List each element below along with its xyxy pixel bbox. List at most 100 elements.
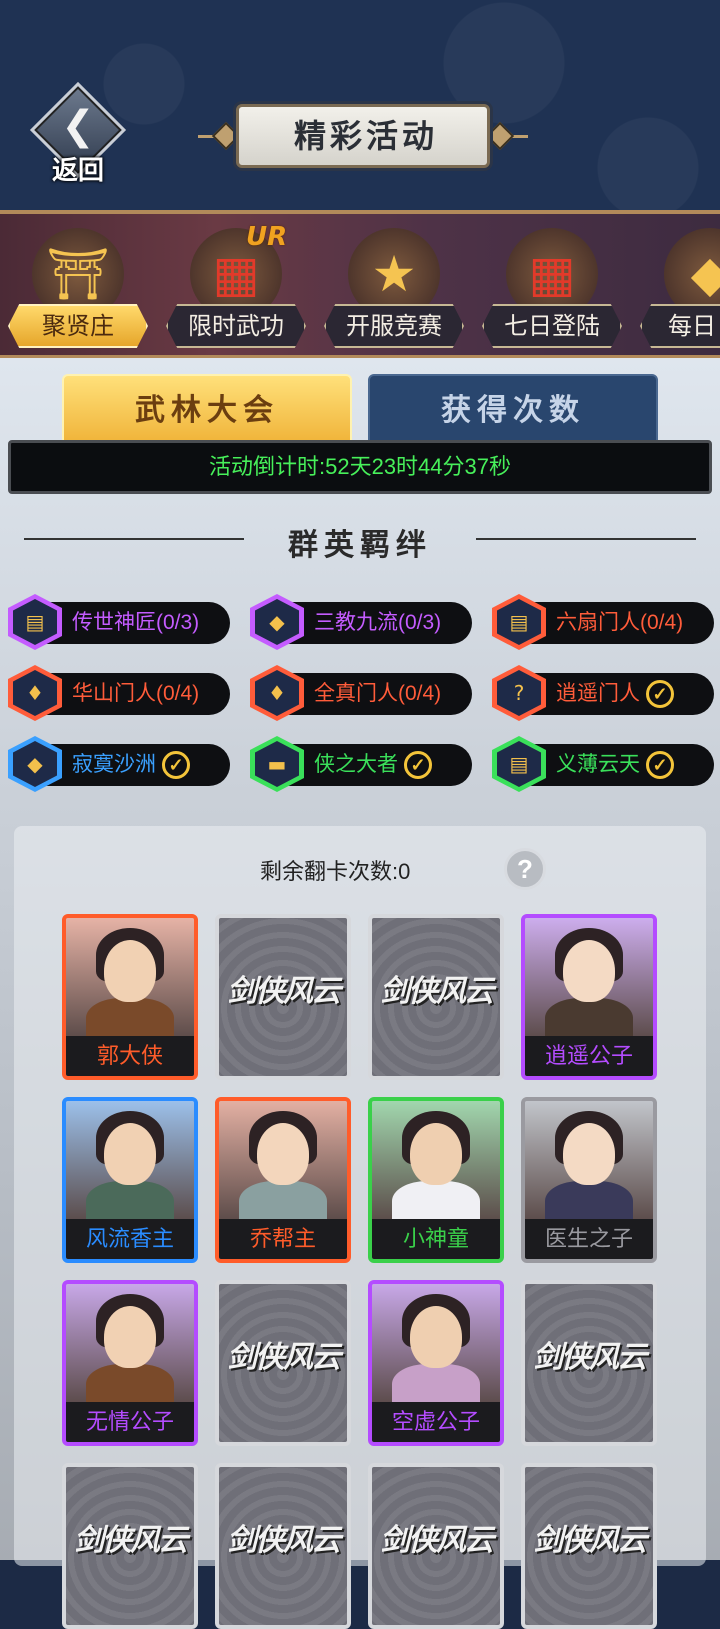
game-logo: 剑侠风云 bbox=[74, 1523, 188, 1558]
hero-name: 郭大侠 bbox=[66, 1036, 194, 1076]
hero-name: 无情公子 bbox=[66, 1402, 194, 1442]
tab-huode-cishu[interactable]: 获得次数 bbox=[368, 374, 658, 444]
hero-portrait bbox=[525, 1101, 653, 1231]
help-button[interactable]: ? bbox=[504, 848, 546, 890]
hero-name: 小神童 bbox=[372, 1219, 500, 1259]
back-label: 返回 bbox=[51, 156, 104, 186]
book-icon: ▤ bbox=[497, 741, 541, 787]
game-logo: 剑侠风云 bbox=[533, 1523, 647, 1558]
check-icon: ✓ bbox=[162, 751, 190, 780]
bond-item[interactable]: ♦ 华山门人(0/4) bbox=[8, 665, 230, 721]
bond-item[interactable]: ▤ 六扇门人(0/4) bbox=[492, 594, 714, 650]
section-divider-right bbox=[476, 538, 696, 540]
card-back[interactable]: 剑侠风云 bbox=[62, 1463, 198, 1629]
category-label: 聚贤庄 bbox=[8, 304, 148, 348]
hero-face bbox=[257, 1123, 309, 1185]
bond-item[interactable]: ◆ 三教九流(0/3) bbox=[250, 594, 472, 650]
bond-name: 全真门人 bbox=[314, 682, 398, 705]
card-back[interactable]: 剑侠风云 bbox=[215, 914, 351, 1080]
bond-progress: (0/4) bbox=[156, 682, 200, 705]
hero-portrait bbox=[525, 918, 653, 1048]
flame-crystal-icon: ♦ bbox=[255, 670, 299, 716]
hero-portrait bbox=[219, 1101, 347, 1231]
bond-label: 逍遥门人 ✓ bbox=[556, 673, 674, 715]
hero-card[interactable]: 医生之子 bbox=[521, 1097, 657, 1263]
bond-name: 传世神匠 bbox=[72, 611, 156, 634]
back-button[interactable]: ❮ 返回 bbox=[29, 81, 127, 186]
check-icon: ✓ bbox=[646, 680, 674, 709]
game-logo: 剑侠风云 bbox=[227, 1340, 341, 1375]
hero-face bbox=[104, 1123, 156, 1185]
title-box: 精彩活动 bbox=[236, 104, 490, 168]
hero-portrait bbox=[372, 1284, 500, 1414]
hero-face bbox=[563, 940, 615, 1002]
card-back[interactable]: 剑侠风云 bbox=[215, 1280, 351, 1446]
bond-label: 寂寞沙洲 ✓ bbox=[72, 744, 190, 786]
hero-face bbox=[104, 1306, 156, 1368]
card-back[interactable]: 剑侠风云 bbox=[368, 1463, 504, 1629]
category-kfjs[interactable]: ★ 开服竞赛 bbox=[318, 214, 468, 354]
category-jxz[interactable]: ⛩ 聚贤庄 bbox=[2, 214, 152, 354]
hero-card[interactable]: 空虚公子 bbox=[368, 1280, 504, 1446]
book-icon: ▤ bbox=[497, 599, 541, 645]
bond-name: 侠之大者 bbox=[314, 753, 398, 776]
section-divider-left bbox=[24, 538, 244, 540]
hero-card[interactable]: 郭大侠 bbox=[62, 914, 198, 1080]
bond-label: 三教九流(0/3) bbox=[314, 602, 441, 644]
flip-count: 剩余翻卡次数:0 bbox=[260, 859, 411, 884]
bond-label: 六扇门人(0/4) bbox=[556, 602, 683, 644]
mystery-book-icon: ? bbox=[497, 670, 541, 716]
hero-name: 逍遥公子 bbox=[525, 1036, 653, 1076]
card-back[interactable]: 剑侠风云 bbox=[368, 914, 504, 1080]
bond-item[interactable]: ? 逍遥门人 ✓ bbox=[492, 665, 714, 721]
category-label: 限时武功 bbox=[166, 304, 306, 348]
bond-label: 华山门人(0/4) bbox=[72, 673, 199, 715]
card-back[interactable]: 剑侠风云 bbox=[521, 1280, 657, 1446]
hero-face bbox=[410, 1123, 462, 1185]
hero-face bbox=[563, 1123, 615, 1185]
bond-label: 全真门人(0/4) bbox=[314, 673, 441, 715]
check-icon: ✓ bbox=[646, 751, 674, 780]
main-panel: 武林大会 获得次数 活动倒计时:52天23时44分37秒 群英羁绊 ▤ 传世神匠(… bbox=[0, 358, 720, 1629]
bond-item[interactable]: ▬ 侠之大者 ✓ bbox=[250, 736, 472, 792]
bond-item[interactable]: ▤ 传世神匠(0/3) bbox=[8, 594, 230, 650]
check-icon: ✓ bbox=[404, 751, 432, 780]
game-logo: 剑侠风云 bbox=[227, 974, 341, 1009]
game-logo: 剑侠风云 bbox=[380, 974, 494, 1009]
tab-wulin-dahui[interactable]: 武林大会 bbox=[62, 374, 352, 444]
bond-name: 华山门人 bbox=[72, 682, 156, 705]
bond-label: 传世神匠(0/3) bbox=[72, 602, 199, 644]
game-logo: 剑侠风云 bbox=[227, 1523, 341, 1558]
bond-progress: (0/3) bbox=[398, 611, 442, 634]
card-back[interactable]: 剑侠风云 bbox=[215, 1463, 351, 1629]
book-icon: ▤ bbox=[13, 599, 57, 645]
bond-progress: (0/4) bbox=[640, 611, 684, 634]
hero-card[interactable]: 逍遥公子 bbox=[521, 914, 657, 1080]
bond-label: 侠之大者 ✓ bbox=[314, 744, 432, 786]
game-logo: 剑侠风云 bbox=[380, 1523, 494, 1558]
crystal-icon: ◆ bbox=[255, 599, 299, 645]
bond-item[interactable]: ▤ 义薄云天 ✓ bbox=[492, 736, 714, 792]
game-logo: 剑侠风云 bbox=[533, 1340, 647, 1375]
bond-progress: (0/3) bbox=[156, 611, 200, 634]
hero-card[interactable]: 小神童 bbox=[368, 1097, 504, 1263]
bond-item[interactable]: ◆ 寂寞沙洲 ✓ bbox=[8, 736, 230, 792]
category-xsgw[interactable]: ▦ UR 限时武功 bbox=[160, 214, 310, 354]
bond-name: 六扇门人 bbox=[556, 611, 640, 634]
category-daily[interactable]: ◆ 每日 bbox=[634, 214, 720, 354]
title-plate: 精彩活动 bbox=[198, 104, 528, 168]
hero-card[interactable]: 无情公子 bbox=[62, 1280, 198, 1446]
hero-portrait bbox=[66, 1101, 194, 1231]
category-qrdl[interactable]: ▦ 七日登陆 bbox=[476, 214, 626, 354]
countdown-timer: 活动倒计时:52天23时44分37秒 bbox=[8, 440, 712, 494]
hero-name: 空虚公子 bbox=[372, 1402, 500, 1442]
hero-name: 乔帮主 bbox=[219, 1219, 347, 1259]
category-label: 七日登陆 bbox=[482, 304, 622, 348]
hero-card[interactable]: 风流香主 bbox=[62, 1097, 198, 1263]
bond-item[interactable]: ♦ 全真门人(0/4) bbox=[250, 665, 472, 721]
hero-card[interactable]: 乔帮主 bbox=[215, 1097, 351, 1263]
card-back[interactable]: 剑侠风云 bbox=[521, 1463, 657, 1629]
bond-name: 寂寞沙洲 bbox=[72, 753, 156, 776]
category-label: 每日 bbox=[640, 304, 720, 348]
header: ❮ 返回 精彩活动 bbox=[0, 0, 720, 210]
